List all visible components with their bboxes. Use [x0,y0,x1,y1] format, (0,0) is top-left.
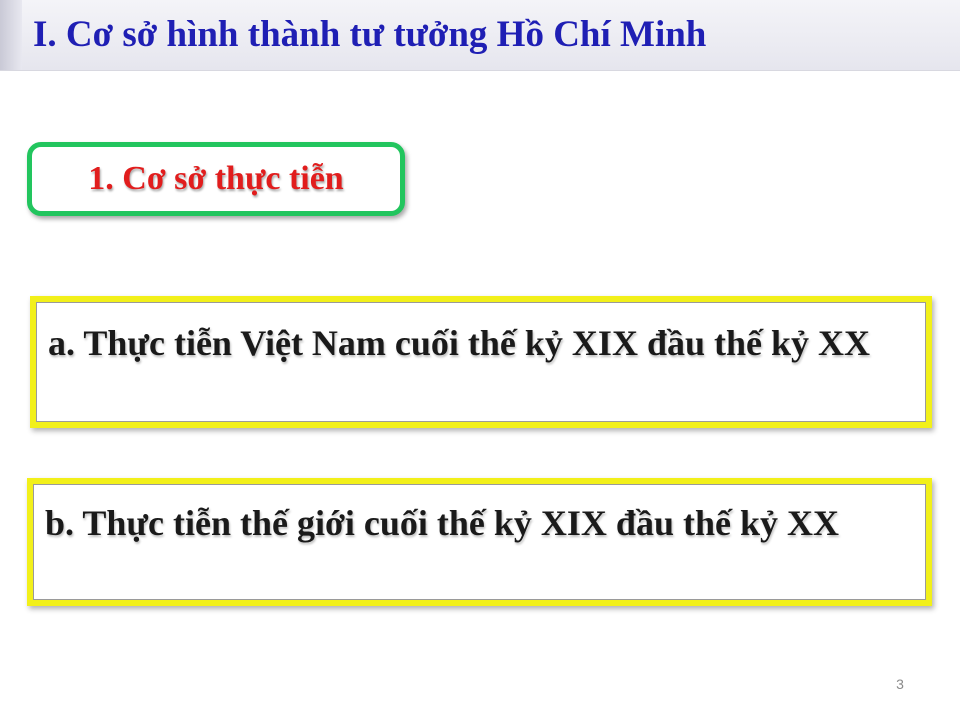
section-heading: 1. Cơ sở thực tiễn [88,160,344,197]
content-box-a: a. Thực tiễn Việt Nam cuối thế kỷ XIX đầ… [30,296,932,428]
slide-title: I. Cơ sở hình thành tư tưởng Hồ Chí Minh [33,14,707,55]
content-box-b: b. Thực tiễn thế giới cuối thế kỷ XIX đầ… [27,478,932,606]
header-accent [0,0,22,70]
content-text-b: b. Thực tiễn thế giới cuối thế kỷ XIX đầ… [45,503,839,543]
page-number: 3 [896,676,904,692]
content-text-a: a. Thực tiễn Việt Nam cuối thế kỷ XIX đầ… [48,323,870,363]
section-heading-box: 1. Cơ sở thực tiễn [27,142,405,216]
header-bar: I. Cơ sở hình thành tư tưởng Hồ Chí Minh [0,0,960,71]
